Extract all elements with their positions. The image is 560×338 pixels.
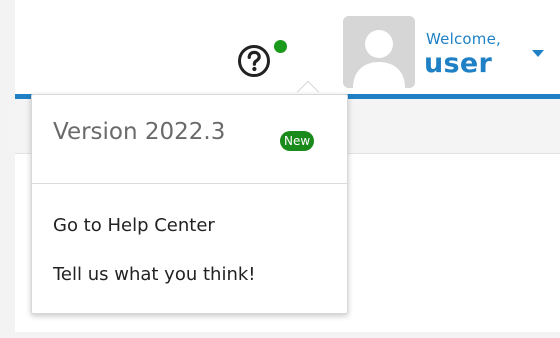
help-button[interactable] <box>237 44 271 78</box>
caret-down-icon[interactable] <box>532 50 544 57</box>
question-circle-icon <box>238 45 270 77</box>
new-badge: New <box>280 131 315 151</box>
feedback-link[interactable]: Tell us what you think! <box>53 264 256 285</box>
username-label: user <box>424 48 493 79</box>
popover-header: Version 2022.3 New <box>32 95 347 184</box>
avatar[interactable] <box>343 16 415 88</box>
help-center-link[interactable]: Go to Help Center <box>53 215 215 236</box>
user-placeholder-icon <box>343 16 415 88</box>
help-popover: Version 2022.3 New Go to Help Center Tel… <box>31 94 348 314</box>
version-label: Version 2022.3 <box>53 119 226 145</box>
user-menu[interactable]: Welcome, user <box>424 28 524 88</box>
welcome-label: Welcome, <box>426 30 501 48</box>
notification-dot <box>274 40 287 53</box>
